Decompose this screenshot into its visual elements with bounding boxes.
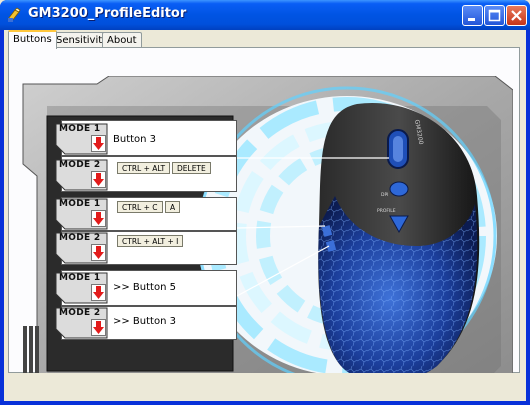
key-chip[interactable]: CTRL + ALT: [117, 162, 171, 174]
title-bar[interactable]: GM3200_ProfileEditor: [0, 0, 530, 30]
mode-dropdown-button[interactable]: [91, 244, 106, 261]
maximize-button[interactable]: [484, 5, 505, 26]
mode-label: MODE 1: [59, 124, 101, 134]
tab-label: Buttons: [13, 34, 52, 45]
row-assignment-text: >> Button 5: [113, 282, 176, 293]
mouse-dpi-label: DPI: [381, 192, 389, 198]
client-area: Buttons Sensitivity About GM3200 DPI PRO…: [4, 30, 526, 401]
mode-label: MODE 2: [59, 233, 101, 243]
row-assignment-text: Button 3: [113, 134, 157, 145]
red-arrow-down-icon: [93, 173, 104, 186]
key-chip[interactable]: A: [165, 201, 181, 213]
tab-about[interactable]: About: [102, 32, 142, 48]
mode-plate: MODE 1: [55, 123, 109, 155]
maximize-icon: [488, 9, 501, 22]
red-arrow-down-icon: [93, 246, 104, 259]
mode-label: MODE 1: [59, 199, 101, 209]
close-button[interactable]: [506, 5, 527, 26]
mode-label: MODE 2: [59, 160, 101, 170]
key-chip[interactable]: CTRL + C: [117, 201, 163, 213]
mode-dropdown-button[interactable]: [91, 210, 106, 227]
mode-plate: MODE 2: [55, 159, 109, 191]
mode-dropdown-button[interactable]: [91, 135, 106, 152]
red-arrow-down-icon: [93, 286, 104, 299]
minimize-icon: [468, 18, 475, 21]
mouse-profile-label: PROFILE: [377, 208, 396, 214]
minimize-button[interactable]: [462, 5, 483, 26]
mode-plate: MODE 2: [55, 307, 109, 339]
mode-dropdown-button[interactable]: [91, 319, 106, 336]
app-icon: [7, 7, 21, 22]
close-icon: [511, 10, 522, 21]
mode-plate: MODE 2: [55, 232, 109, 264]
tab-buttons[interactable]: Buttons: [8, 30, 57, 49]
mode-label: MODE 1: [59, 273, 101, 283]
app-window: GM3200_ProfileEditor Buttons Sensitivity…: [0, 0, 530, 405]
red-arrow-down-icon: [93, 321, 104, 334]
mode-dropdown-button[interactable]: [91, 284, 106, 301]
key-chip[interactable]: DELETE: [172, 162, 211, 174]
mode-label: MODE 2: [59, 308, 101, 318]
buttons-panel: GM3200 DPI PROFILE MODE 1 MODE 2 MODE 1 …: [8, 47, 520, 389]
status-area: [8, 373, 520, 398]
window-title: GM3200_ProfileEditor: [28, 6, 187, 21]
mode-plate: MODE 1: [55, 198, 109, 230]
red-arrow-down-icon: [93, 137, 104, 150]
mode-plate: MODE 1: [55, 272, 109, 304]
mouse-stage: GM3200 DPI PROFILE MODE 1 MODE 2 MODE 1 …: [17, 76, 513, 389]
row-assignment-text: >> Button 3: [113, 316, 176, 327]
tab-label: About: [107, 35, 137, 46]
key-chip[interactable]: CTRL + ALT + I: [117, 235, 184, 247]
tab-label: Sensitivity: [56, 35, 109, 46]
red-arrow-down-icon: [93, 212, 104, 225]
mode-dropdown-button[interactable]: [91, 171, 106, 188]
